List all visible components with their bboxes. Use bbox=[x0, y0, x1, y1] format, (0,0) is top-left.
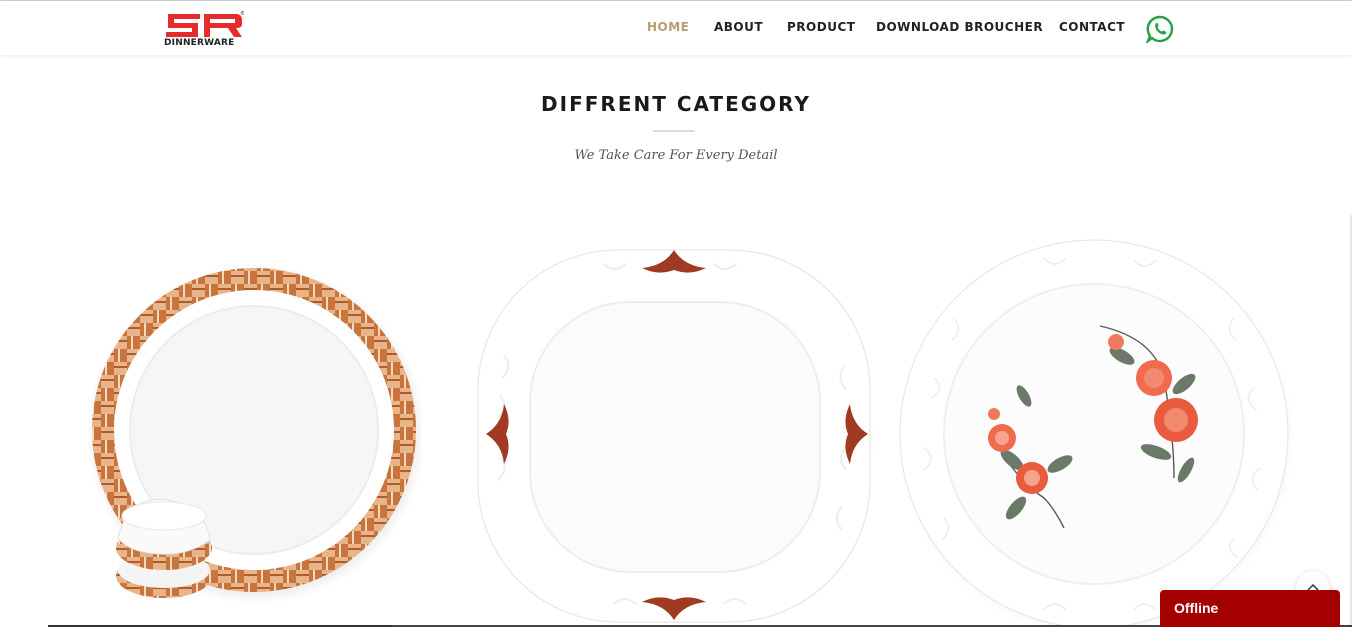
section-subtitle: We Take Care For Every Detail bbox=[574, 148, 778, 163]
title-divider bbox=[653, 130, 695, 132]
brand-name: DINNERWARE bbox=[164, 38, 235, 48]
chat-widget[interactable]: Offline bbox=[1160, 590, 1340, 627]
section-title: DIFFRENT CATEGORY bbox=[541, 92, 811, 116]
site-header: ® DINNERWARE HOME ABOUT PRODUCT DOWNLOAD… bbox=[0, 1, 1352, 55]
nav-contact[interactable]: CONTACT bbox=[1059, 20, 1125, 34]
nav-home[interactable]: HOME bbox=[647, 20, 689, 34]
nav-product[interactable]: PRODUCT bbox=[787, 20, 855, 34]
whatsapp-icon[interactable] bbox=[1146, 15, 1174, 43]
product-plate-wood-pattern[interactable] bbox=[88, 258, 422, 626]
nav-about[interactable]: ABOUT bbox=[714, 20, 763, 34]
nav-download-broucher[interactable]: DOWNLOAD BROUCHER bbox=[876, 20, 1043, 34]
registered-mark: ® bbox=[240, 10, 244, 17]
chat-status: Offline bbox=[1174, 600, 1219, 616]
product-plate-square-ornament[interactable] bbox=[474, 246, 876, 627]
product-gallery bbox=[0, 180, 1352, 627]
product-plate-floral[interactable] bbox=[894, 238, 1294, 627]
